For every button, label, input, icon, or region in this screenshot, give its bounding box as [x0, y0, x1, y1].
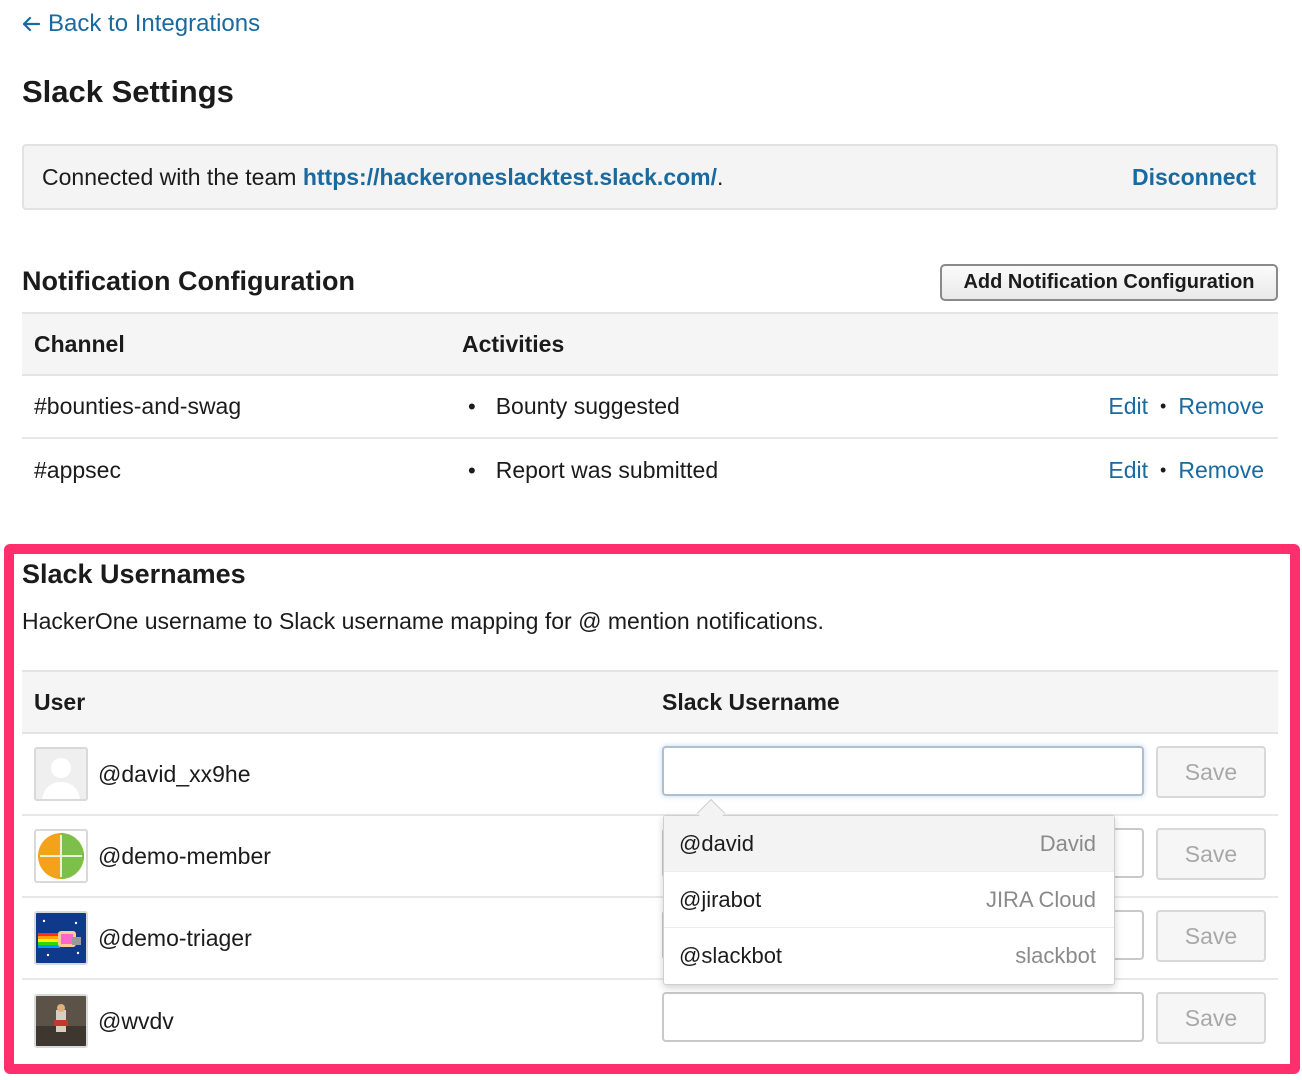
remove-link[interactable]: Remove	[1178, 457, 1264, 484]
add-notification-configuration-button[interactable]: Add Notification Configuration	[940, 264, 1278, 301]
disconnect-link[interactable]: Disconnect	[1132, 164, 1256, 191]
hackerone-username: @david_xx9he	[98, 760, 251, 787]
autocomplete-option[interactable]: @slackbot slackbot	[664, 928, 1114, 984]
edit-link[interactable]: Edit	[1108, 457, 1148, 484]
hackerone-username: @wvdv	[98, 1007, 174, 1034]
usernames-table-header: User Slack Username	[22, 670, 1278, 734]
channel-name: #bounties-and-swag	[34, 393, 242, 419]
user-cell: @demo-member	[34, 816, 271, 896]
save-button[interactable]: Save	[1156, 910, 1266, 962]
slack-display-name: slackbot	[1015, 943, 1096, 968]
connection-status-box: Connected with the team https://hackeron…	[22, 144, 1278, 210]
separator-dot: •	[1160, 460, 1167, 480]
slack-display-name: JIRA Cloud	[985, 886, 1096, 912]
column-header-channel: Channel	[34, 330, 125, 357]
remove-link[interactable]: Remove	[1178, 393, 1264, 420]
back-to-integrations-link[interactable]: Back to Integrations	[22, 10, 260, 38]
save-button[interactable]: Save	[1156, 828, 1266, 880]
photo-avatar	[34, 994, 88, 1048]
orange-green-avatar	[34, 829, 88, 883]
slack-handle: @slackbot	[679, 943, 783, 968]
user-cell: @david_xx9he	[34, 734, 251, 814]
slack-username-input[interactable]	[662, 992, 1144, 1042]
table-row: #appsec Report was submitted Edit • Remo…	[22, 439, 1278, 502]
nyan-cat-avatar	[34, 911, 88, 965]
save-button[interactable]: Save	[1156, 992, 1266, 1044]
activity-item: Report was submitted	[468, 439, 718, 502]
slack-handle: @jirabot	[679, 886, 762, 912]
edit-link[interactable]: Edit	[1108, 393, 1148, 420]
row-actions: Edit • Remove	[1108, 439, 1264, 502]
page-title: Slack Settings	[22, 74, 234, 109]
connection-prefix: Connected with the team	[42, 163, 303, 190]
hackerone-username: @demo-member	[98, 842, 271, 869]
connection-text: Connected with the team https://hackeron…	[42, 164, 723, 191]
autocomplete-option[interactable]: @jirabot JIRA Cloud	[664, 872, 1114, 928]
row-actions: Edit • Remove	[1108, 376, 1264, 437]
notification-table: Channel Activities #bounties-and-swag Bo…	[22, 312, 1278, 502]
slack-username-input[interactable]	[662, 746, 1144, 796]
user-cell: @demo-triager	[34, 898, 252, 978]
separator-dot: •	[1160, 396, 1167, 416]
connection-suffix: .	[717, 163, 724, 190]
autocomplete-dropdown: @david David @jirabot JIRA Cloud @slackb…	[663, 815, 1115, 985]
notification-configuration-title: Notification Configuration	[22, 266, 355, 296]
column-header-slack-username: Slack Username	[662, 688, 840, 715]
hackerone-username: @demo-triager	[98, 924, 252, 951]
save-button[interactable]: Save	[1156, 746, 1266, 798]
column-header-user: User	[34, 688, 86, 715]
team-url-link[interactable]: https://hackeroneslacktest.slack.com/	[303, 164, 717, 190]
channel-name: #appsec	[34, 457, 121, 483]
user-cell: @wvdv	[34, 980, 174, 1062]
column-header-activities: Activities	[462, 330, 565, 357]
activity-item: Bounty suggested	[468, 376, 680, 437]
slack-handle: @david	[679, 830, 754, 856]
slack-usernames-title: Slack Usernames	[22, 559, 246, 589]
notification-table-header: Channel Activities	[22, 312, 1278, 376]
autocomplete-option[interactable]: @david David	[664, 816, 1114, 872]
arrow-left-icon	[22, 16, 40, 32]
slack-usernames-description: HackerOne username to Slack username map…	[22, 608, 824, 634]
table-row: #bounties-and-swag Bounty suggested Edit…	[22, 376, 1278, 439]
default-avatar-icon	[34, 747, 88, 801]
back-link-label: Back to Integrations	[48, 10, 261, 37]
slack-display-name: David	[1039, 830, 1096, 856]
